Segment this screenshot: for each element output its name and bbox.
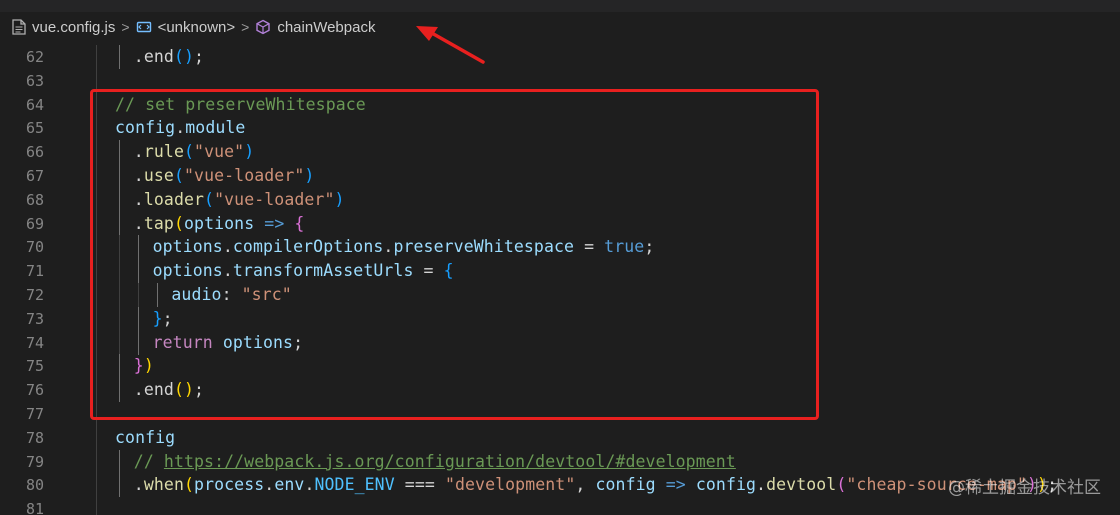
annotation-arrow <box>416 26 485 64</box>
breadcrumb-separator: > <box>241 19 250 35</box>
line-number: 65 <box>25 119 44 138</box>
code-token: . <box>756 475 767 495</box>
line-code: .end(); <box>134 45 204 69</box>
code-token: . <box>304 475 315 495</box>
code-token: ; <box>194 47 205 66</box>
code-line[interactable]: 78 config <box>0 425 1120 450</box>
line-number: 62 <box>25 48 44 66</box>
line-code: .when(process.env.NODE_ENV === "developm… <box>134 473 1057 497</box>
line-number: 64 <box>25 95 44 114</box>
code-token: https://webpack.js.org/configuration/dev… <box>163 451 736 471</box>
code-token: "development" <box>444 475 576 495</box>
line-number: 76 <box>25 381 44 400</box>
line-number: 79 <box>25 452 44 471</box>
code-token: // <box>133 451 164 471</box>
line-number: 74 <box>25 333 44 352</box>
code-token: NODE_ENV <box>314 475 395 495</box>
code-line[interactable]: 81 <box>0 497 1120 515</box>
line-number: 77 <box>25 405 44 423</box>
indent-guide <box>119 45 120 69</box>
line-number: 73 <box>25 309 44 328</box>
code-token: . <box>133 475 144 495</box>
line-number: 67 <box>25 167 44 185</box>
breadcrumb-symbol[interactable]: chainWebpack <box>255 19 375 36</box>
code-token: ( <box>183 475 195 495</box>
code-token: config <box>115 427 176 447</box>
breadcrumb-file-label: vue.config.js <box>32 18 116 36</box>
code-token: , <box>575 475 596 495</box>
highlight-box <box>90 89 819 420</box>
breadcrumb-file[interactable]: vue.config.js <box>12 19 115 36</box>
breadcrumb-unknown[interactable]: <unknown> <box>136 18 236 36</box>
code-token: when <box>143 475 184 495</box>
line-number: 75 <box>25 357 44 376</box>
breadcrumb-unknown-label: <unknown> <box>157 18 236 36</box>
line-number: 63 <box>25 71 44 90</box>
line-number: 68 <box>25 190 44 209</box>
breadcrumb-symbol-label: chainWebpack <box>277 18 376 36</box>
line-number: 71 <box>25 262 44 281</box>
code-token: env <box>274 475 305 495</box>
code-token: .end <box>133 47 174 66</box>
code-token: === <box>394 475 445 495</box>
line-number: 70 <box>25 238 44 257</box>
code-line[interactable]: 62 .end(); <box>0 45 1120 69</box>
file-icon <box>12 19 26 35</box>
breadcrumb-bar: vue.config.js > <unknown> > chainWebpack <box>0 0 1120 40</box>
line-number: 69 <box>25 214 44 233</box>
indent-guide <box>119 473 120 498</box>
breadcrumb: vue.config.js > <unknown> > chainWebpack <box>12 16 375 38</box>
line-number: 66 <box>25 143 44 162</box>
code-token: devtool <box>766 475 837 495</box>
line-number: 72 <box>25 286 44 304</box>
line-number: 80 <box>25 476 44 495</box>
watermark: @稀土掘金技术社区 <box>948 478 1101 498</box>
breadcrumb-separator: > <box>121 19 130 35</box>
code-token: process <box>194 475 265 495</box>
indent-guide <box>119 449 120 474</box>
code-token: . <box>264 475 275 495</box>
code-token: config <box>695 475 757 495</box>
code-token: ( <box>836 475 847 495</box>
code-line[interactable]: 79 // https://webpack.js.org/configuratio… <box>0 449 1120 474</box>
line-code: // https://webpack.js.org/configuration/… <box>134 450 736 474</box>
code-token: () <box>173 47 195 66</box>
code-token: config <box>595 475 656 495</box>
line-number: 81 <box>25 500 44 515</box>
indent-guide <box>96 497 97 515</box>
indent-guide <box>96 425 97 450</box>
line-code: config <box>115 426 175 450</box>
indent-guide <box>96 45 97 69</box>
code-token: => <box>665 475 686 495</box>
symbol-method-icon <box>255 19 271 35</box>
symbol-object-icon <box>136 19 152 35</box>
indent-guide <box>96 473 97 498</box>
indent-guide <box>96 449 97 474</box>
line-number: 78 <box>25 428 44 447</box>
